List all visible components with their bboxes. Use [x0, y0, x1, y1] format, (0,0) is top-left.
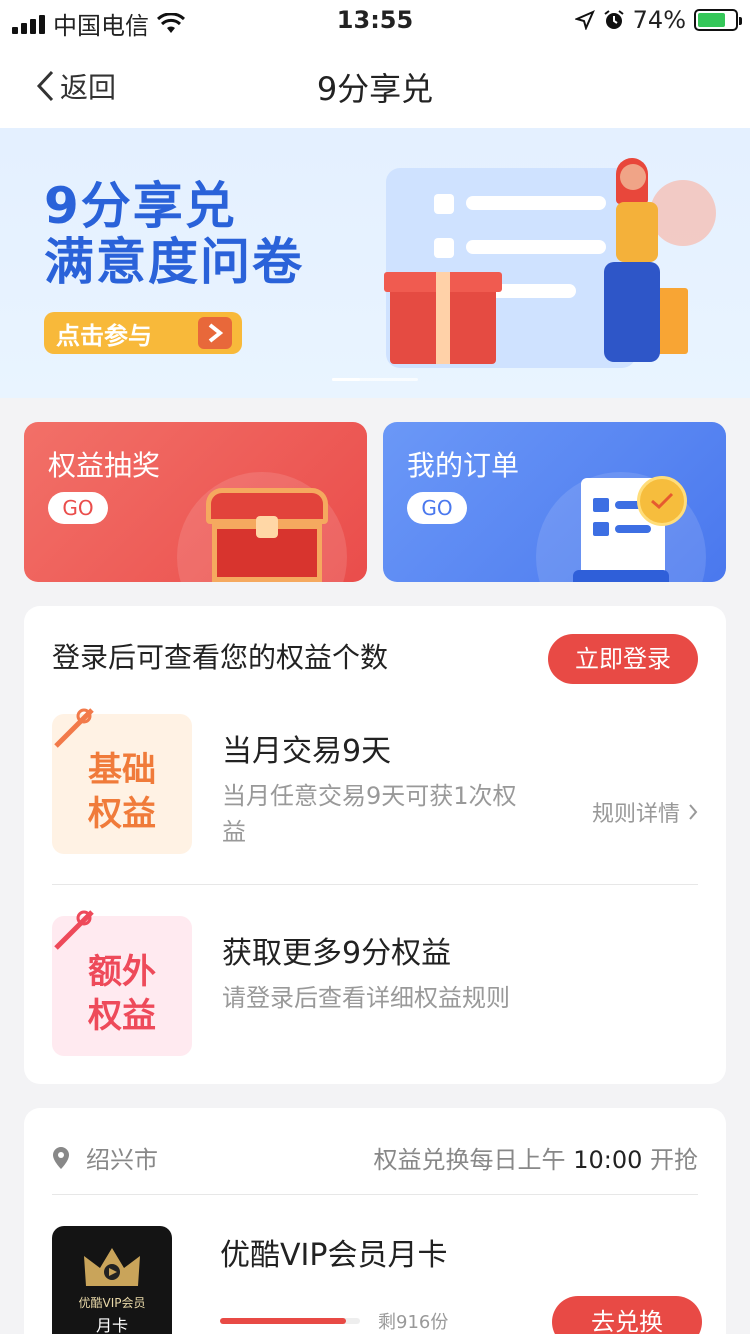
lottery-label: 权益抽奖 [48, 449, 161, 482]
city-selector[interactable]: 绍兴市 [52, 1140, 158, 1175]
city-label: 绍兴市 [86, 1146, 158, 1174]
rights-panel: 登录后可查看您的权益个数 立即登录 基础 权益 当月交易9天 当月任意交易9天可获… [24, 606, 726, 1084]
location-arrow-icon [574, 10, 595, 30]
carousel-indicator [332, 378, 418, 381]
extra-rights-thumbnail: 额外 权益 [52, 910, 192, 1056]
exchange-schedule: 权益兑换每日上午 10:00 开抢 [373, 1146, 698, 1174]
extra-rights-item[interactable]: 额外 权益 获取更多9分权益 请登录后查看详细权益规则 [52, 902, 698, 1072]
location-pin-icon [53, 1146, 69, 1169]
rights-title: 登录后可查看您的权益个数 [52, 641, 389, 674]
person-illustration [590, 158, 680, 372]
ribbon-icon [54, 910, 94, 950]
crown-icon [84, 1248, 140, 1286]
gift-box-illustration [384, 272, 502, 364]
chevron-right-icon [689, 804, 698, 820]
redeem-button[interactable]: 去兑换 [552, 1296, 702, 1334]
orders-label: 我的订单 [407, 449, 520, 482]
rule-details-link[interactable]: 规则详情 [592, 796, 698, 828]
status-bar: 中国电信 13:55 74% [0, 0, 750, 40]
page-title: 9分享兑 [316, 70, 434, 108]
product-image[interactable]: 优酷VIP会员 月卡 [52, 1226, 172, 1334]
ribbon-icon [54, 708, 94, 748]
lottery-entry-card[interactable]: 权益抽奖 GO [24, 422, 367, 582]
orders-entry-card[interactable]: 我的订单 GO [383, 422, 726, 582]
arrow-right-icon [198, 317, 232, 349]
rights-item-desc: 当月任意交易9天可获1次权益 [222, 782, 517, 846]
rights-item-name: 当月交易9天 [222, 734, 392, 769]
treasure-chest-icon [206, 488, 328, 582]
lottery-go-button[interactable]: GO [48, 492, 108, 524]
nav-bar: 返回 9分享兑 [0, 40, 750, 128]
stock-progress-bar [220, 1318, 360, 1324]
exchange-panel: 绍兴市 权益兑换每日上午 10:00 开抢 优酷VIP会员 月卡 优酷VIP会员… [24, 1108, 726, 1334]
login-button[interactable]: 立即登录 [548, 634, 698, 684]
survey-banner[interactable]: 9分享兑 满意度问卷 点击参与 [0, 128, 750, 398]
banner-cta-button[interactable]: 点击参与 [44, 312, 242, 354]
orders-go-button[interactable]: GO [407, 492, 467, 524]
divider [52, 1194, 698, 1195]
basic-rights-thumbnail: 基础 权益 [52, 708, 192, 854]
battery-percent: 74% [632, 6, 686, 34]
banner-title: 9分享兑 满意度问卷 [44, 177, 304, 291]
divider [52, 884, 698, 885]
alarm-icon [604, 10, 624, 29]
battery-icon [694, 9, 742, 31]
product-name: 优酷VIP会员月卡 [220, 1238, 448, 1273]
rights-item-name: 获取更多9分权益 [222, 936, 452, 971]
rights-item-desc: 请登录后查看详细权益规则 [222, 984, 510, 1012]
remaining-stock: 剩916份 [378, 1312, 449, 1333]
check-badge-icon [637, 476, 687, 526]
basic-rights-item[interactable]: 基础 权益 当月交易9天 当月任意交易9天可获1次权益 规则详情 [52, 700, 698, 870]
